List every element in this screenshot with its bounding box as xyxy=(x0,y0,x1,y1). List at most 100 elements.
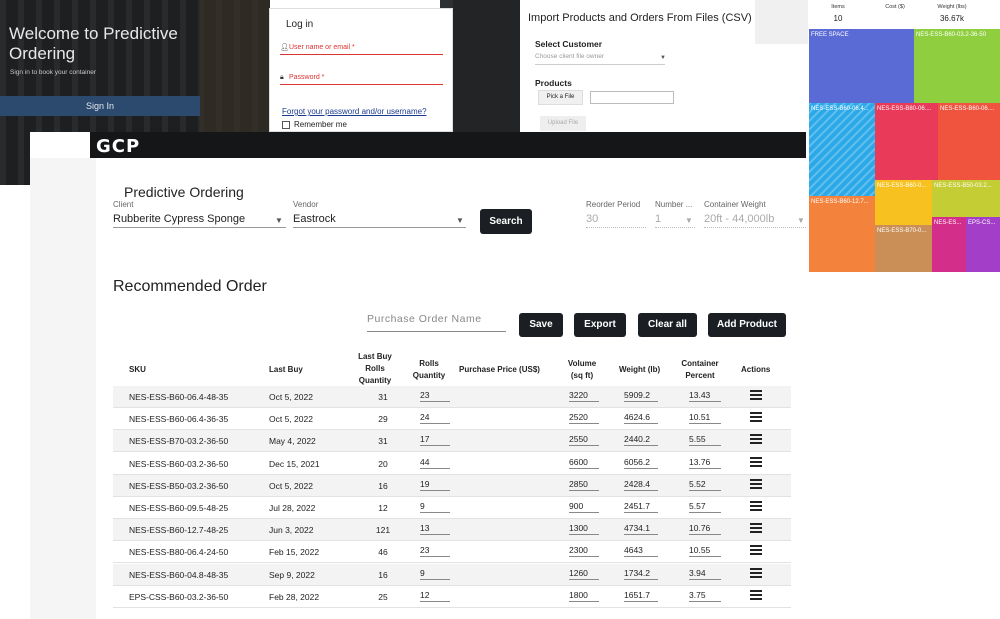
menu-icon[interactable] xyxy=(750,412,762,423)
menu-icon[interactable] xyxy=(750,501,762,511)
menu-icon[interactable] xyxy=(750,478,762,489)
treemap-cell[interactable]: NES-ESS-B60-0... xyxy=(875,180,932,225)
container-weight-select[interactable]: 20ft - 44,000lb xyxy=(704,213,806,228)
password-field[interactable]: 🔒︎ Password * xyxy=(280,71,443,85)
rolls-qty-input[interactable]: 23 xyxy=(420,545,450,558)
last-buy-qty-cell: 31 xyxy=(378,392,388,402)
last-buy-qty-cell: 121 xyxy=(375,525,391,536)
container-percent-input[interactable]: 10.55 xyxy=(689,545,721,558)
treemap-cell[interactable]: FREE SPACE xyxy=(809,29,914,103)
weight-value: 36.67k xyxy=(939,14,965,23)
upload-file-button[interactable]: Upload File xyxy=(540,116,586,131)
rolls-qty-input[interactable]: 19 xyxy=(420,479,450,491)
treemap-cell[interactable]: NES-ESS-B60-06.... xyxy=(938,103,1000,180)
container-percent-input[interactable]: 5.57 xyxy=(689,501,721,513)
last-buy-qty-cell: 31 xyxy=(378,436,388,447)
clear-all-button[interactable]: Clear all xyxy=(638,313,697,337)
last-buy-cell: Feb 28, 2022 xyxy=(269,591,320,602)
page-title: Predictive Ordering xyxy=(124,184,244,200)
username-field[interactable]: 👤︎User name or email * xyxy=(280,41,443,55)
rolls-qty-input[interactable]: 13 xyxy=(420,523,450,536)
remember-me-checkbox[interactable] xyxy=(282,121,290,129)
treemap-cell[interactable]: NES-ESS-B70-0... xyxy=(875,225,932,272)
volume-input[interactable]: 2850 xyxy=(569,479,599,491)
rolls-qty-input[interactable]: 24 xyxy=(420,412,450,425)
volume-input[interactable]: 1260 xyxy=(569,568,599,580)
weight-input[interactable]: 2451.7 xyxy=(624,501,658,513)
treemap-cell[interactable]: NES-ES... xyxy=(932,217,966,272)
weight-input[interactable]: 2428.4 xyxy=(624,479,658,491)
container-percent-input[interactable]: 13.43 xyxy=(689,390,721,402)
user-icon: 👤︎ xyxy=(280,44,289,51)
container-percent-input[interactable]: 10.76 xyxy=(689,523,721,536)
client-select[interactable]: Rubberite Cypress Sponge xyxy=(113,213,286,228)
weight-input[interactable]: 4624.6 xyxy=(624,412,658,425)
chevron-down-icon: ▼ xyxy=(797,216,805,225)
menu-icon[interactable] xyxy=(750,545,762,556)
reorder-period-input[interactable]: 30 xyxy=(586,213,646,228)
weight-input[interactable]: 1734.2 xyxy=(624,568,658,580)
menu-icon[interactable] xyxy=(750,589,762,600)
treemap-cell[interactable]: EPS-CS... xyxy=(966,217,1000,272)
rolls-qty-input[interactable]: 23 xyxy=(420,390,450,402)
menu-icon[interactable] xyxy=(750,390,762,400)
rolls-qty-input[interactable]: 17 xyxy=(420,434,450,447)
pick-file-button[interactable]: Pick a File xyxy=(538,90,583,105)
last-buy-qty-cell: 12 xyxy=(378,503,388,513)
weight-header: Weight (lbs) xyxy=(937,4,967,10)
last-buy-qty-cell: 29 xyxy=(378,414,388,425)
treemap-cell[interactable]: NES-ESS-B60-06.4... xyxy=(809,103,875,196)
container-percent-input[interactable]: 13.76 xyxy=(689,457,721,469)
weight-input[interactable]: 1651.7 xyxy=(624,590,658,602)
table-row: NES-ESS-B50-03.2-36-50 Oct 5, 2022 16 19 285… xyxy=(113,474,791,497)
container-percent-input[interactable]: 5.55 xyxy=(689,434,721,447)
app-header-bar xyxy=(90,132,806,158)
volume-input[interactable]: 3220 xyxy=(569,390,599,402)
sign-in-button[interactable]: Sign In xyxy=(0,96,200,116)
weight-input[interactable]: 4734.1 xyxy=(624,523,658,536)
menu-icon[interactable] xyxy=(750,523,762,534)
menu-icon[interactable] xyxy=(750,434,762,445)
save-button[interactable]: Save xyxy=(519,313,563,337)
weight-input[interactable]: 5909.2 xyxy=(624,390,658,402)
treemap-cell[interactable]: NES-ESS-B50-03.2... xyxy=(932,180,1000,217)
volume-input[interactable]: 2550 xyxy=(569,434,599,447)
menu-icon[interactable] xyxy=(750,456,762,467)
container-percent-input[interactable]: 5.52 xyxy=(689,479,721,491)
treemap-cell[interactable]: NES-ESS-B60-12.7... xyxy=(809,196,875,272)
login-panel: Log in 👤︎User name or email * 🔒︎ Password… xyxy=(269,8,453,132)
volume-input[interactable]: 1300 xyxy=(569,523,599,536)
treemap-cell[interactable]: NES-ESS-B80-06.... xyxy=(875,103,938,180)
file-name-input[interactable] xyxy=(590,91,674,104)
login-title: Log in xyxy=(286,19,314,30)
last-buy-cell: Oct 5, 2022 xyxy=(269,414,313,425)
volume-input[interactable]: 1800 xyxy=(569,590,599,602)
rolls-qty-input[interactable]: 12 xyxy=(420,590,450,602)
last-buy-qty-cell: 16 xyxy=(378,480,388,491)
customer-select[interactable]: Choose client file owner xyxy=(535,53,665,65)
volume-input[interactable]: 900 xyxy=(569,501,599,513)
volume-input[interactable]: 2520 xyxy=(569,412,599,425)
volume-input[interactable]: 6600 xyxy=(569,457,599,469)
search-button[interactable]: Search xyxy=(480,209,532,234)
rolls-qty-input[interactable]: 44 xyxy=(420,457,450,469)
weight-input[interactable]: 2440.2 xyxy=(624,434,658,447)
forgot-password-link[interactable]: Forgot your password and/or username? xyxy=(282,107,427,116)
rolls-qty-input[interactable]: 9 xyxy=(420,568,450,580)
vendor-select[interactable]: Eastrock xyxy=(293,213,466,228)
add-product-button[interactable]: Add Product xyxy=(708,313,786,337)
purchase-order-name-input[interactable]: Purchase Order Name xyxy=(367,313,506,332)
container-percent-input[interactable]: 10.51 xyxy=(689,412,721,425)
table-row: EPS-CSS-B60-03.2-36-50 Feb 28, 2022 25 12 18… xyxy=(113,586,791,608)
menu-icon[interactable] xyxy=(750,567,762,578)
table-row: NES-ESS-B80-06.4-24-50 Feb 15, 2022 46 23 23… xyxy=(113,541,791,564)
weight-input[interactable]: 4643 xyxy=(624,545,658,558)
container-percent-input[interactable]: 3.75 xyxy=(689,590,721,602)
rolls-qty-input[interactable]: 9 xyxy=(420,501,450,513)
weight-input[interactable]: 6056.2 xyxy=(624,457,658,469)
container-percent-input[interactable]: 3.94 xyxy=(689,568,721,580)
treemap-cell[interactable]: NES-ESS-B60-03.2-36-50 xyxy=(914,29,1000,103)
export-button[interactable]: Export xyxy=(574,313,626,337)
number-value: 1 xyxy=(655,213,662,225)
volume-input[interactable]: 2300 xyxy=(569,545,599,558)
